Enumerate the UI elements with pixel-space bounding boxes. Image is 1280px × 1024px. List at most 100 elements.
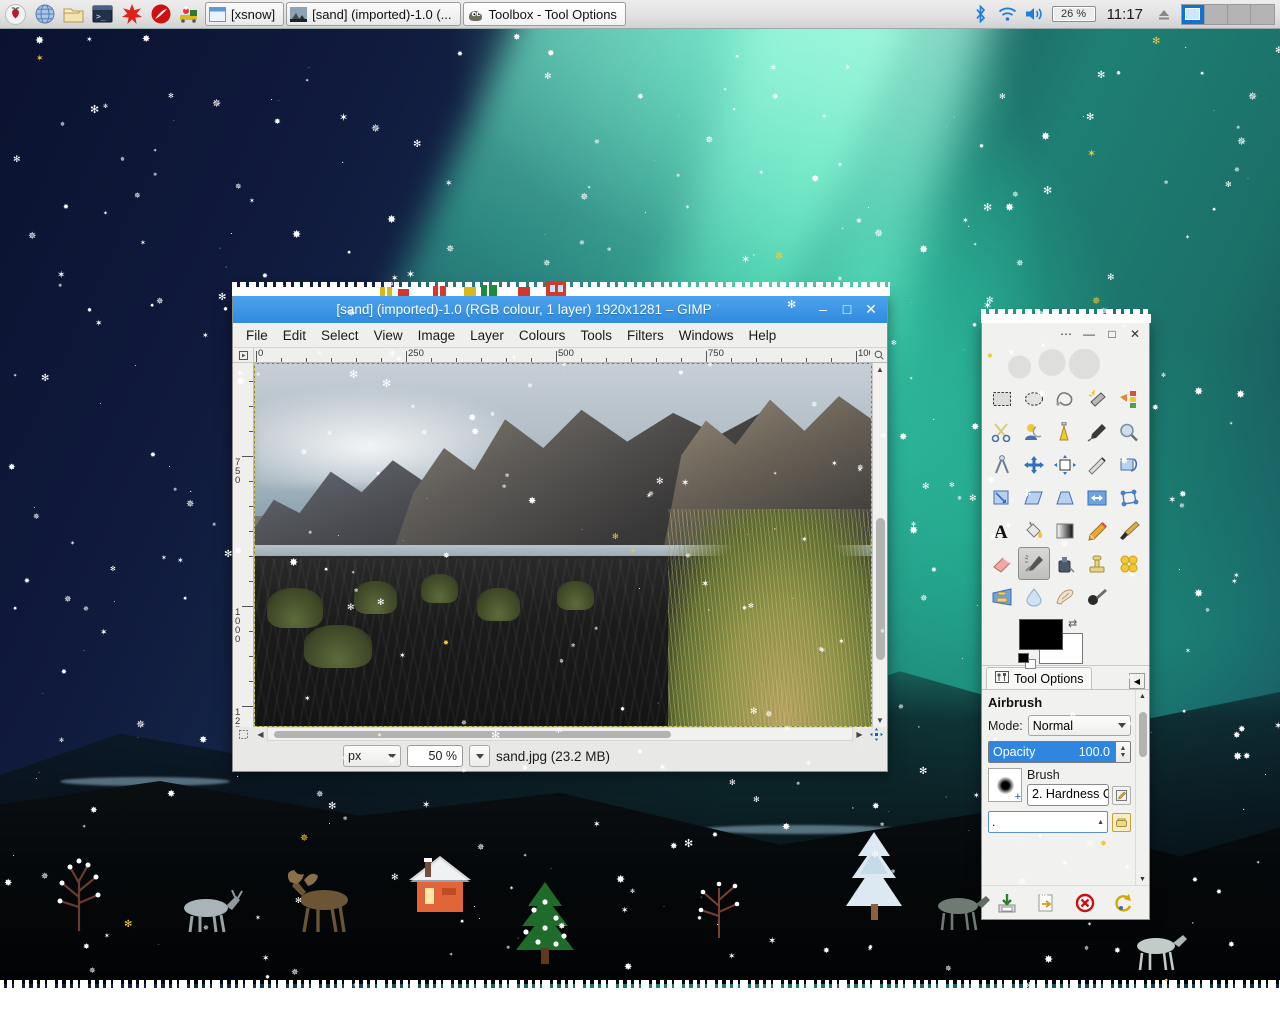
delete-tool-options-button[interactable] (1072, 890, 1098, 916)
menu-layer[interactable]: Layer (463, 326, 511, 345)
taskbar-window-xsnow[interactable]: [xsnow] (205, 2, 285, 26)
zoom-dropdown-button[interactable] (469, 745, 490, 767)
clock[interactable]: 11:17 (1103, 6, 1147, 23)
scroll-track[interactable] (873, 376, 888, 714)
navigation-preview-button[interactable] (866, 727, 887, 741)
tool-select-by-colour[interactable] (1113, 382, 1145, 415)
reset-size-button[interactable] (1112, 812, 1131, 832)
tool-free-select[interactable] (1050, 382, 1082, 415)
ruler-corner-menu-button[interactable] (233, 348, 254, 363)
brush-size-input[interactable]: . ▲ (988, 811, 1108, 833)
eject-icon[interactable] (1154, 4, 1174, 24)
dock-menu-button[interactable]: ◀ (1129, 673, 1145, 689)
tool-move[interactable] (1018, 448, 1050, 481)
swap-colours-icon[interactable]: ⇄ (1068, 617, 1077, 630)
tool-smudge[interactable] (1050, 580, 1082, 613)
options-scroll-down-button[interactable]: ▼ (1136, 873, 1150, 885)
menu-windows[interactable]: Windows (672, 326, 741, 345)
menu-select[interactable]: Select (314, 326, 366, 345)
workspace-4[interactable] (1251, 4, 1274, 24)
tool-bucket-fill[interactable] (1018, 514, 1050, 547)
toolbox-titlebar[interactable]: ⋯ — □ ✕ (982, 321, 1149, 347)
wolfram-icon[interactable] (147, 2, 174, 27)
default-colours-fg[interactable] (1018, 653, 1029, 663)
tool-ellipse-select[interactable] (1018, 382, 1050, 415)
tool-flip[interactable] (1081, 481, 1113, 514)
menu-image[interactable]: Image (411, 326, 463, 345)
canvas-vertical-scrollbar[interactable]: ▲ ▼ (872, 363, 887, 727)
tab-tool-options[interactable]: Tool Options (986, 667, 1093, 689)
tool-foreground-select[interactable] (1018, 415, 1050, 448)
restore-tool-options-button[interactable] (1033, 890, 1059, 916)
menu-file[interactable]: File (239, 326, 275, 345)
menu-filters[interactable]: Filters (620, 326, 671, 345)
edit-brush-button[interactable] (1112, 785, 1131, 805)
battery-indicator[interactable]: 26 % (1051, 6, 1096, 22)
brush-name-field[interactable]: 2. Hardness C (1027, 784, 1109, 806)
horizontal-ruler[interactable]: 0 250 500 750 1000 (254, 348, 870, 363)
opacity-slider[interactable]: Opacity 100.0 ▲ ▼ (988, 741, 1131, 763)
taskbar-window-gimp-toolbox[interactable]: Toolbox - Tool Options (462, 2, 626, 26)
tool-ink[interactable] (1050, 547, 1082, 580)
options-scroll-track[interactable] (1136, 702, 1150, 873)
tool-rect-select[interactable] (986, 382, 1018, 415)
mathematica-icon[interactable] (118, 2, 145, 27)
tool-fuzzy-select[interactable] (1081, 382, 1113, 415)
menu-edit[interactable]: Edit (276, 326, 313, 345)
tool-text[interactable]: A (986, 514, 1018, 547)
scroll-right-button[interactable]: ▶ (853, 727, 866, 741)
tool-heal[interactable] (1113, 547, 1145, 580)
menu-colours[interactable]: Colours (512, 326, 573, 345)
tool-rotate[interactable] (1113, 448, 1145, 481)
h-scroll-track[interactable] (267, 727, 853, 741)
tool-measure[interactable] (986, 448, 1018, 481)
workspace-switcher[interactable] (1181, 3, 1275, 25)
zoom-fit-button[interactable] (870, 348, 887, 363)
quickmask-toggle-button[interactable] (233, 727, 254, 741)
tool-perspective-clone[interactable] (986, 580, 1018, 613)
toolbox-minimize-button[interactable]: — (1078, 324, 1100, 344)
gimp-image-canvas[interactable] (254, 363, 872, 727)
options-scroll-thumb[interactable] (1138, 712, 1147, 757)
workspace-1[interactable] (1182, 4, 1205, 24)
raspberry-menu-icon[interactable] (2, 2, 29, 27)
vertical-ruler[interactable]: 750 1000 1250 (233, 363, 254, 727)
brush-size-stepper[interactable]: ▲ (1097, 819, 1104, 826)
tool-crop[interactable] (1081, 448, 1113, 481)
tool-dodge-burn[interactable] (1081, 580, 1113, 613)
brush-preview[interactable] (988, 768, 1022, 803)
gimp-toolbox-window[interactable]: ⋯ — □ ✕ A ⇄ Tool Options ◀ Airbrush Mode… (981, 320, 1150, 920)
tool-options-scrollbar[interactable]: ▲ ▼ (1135, 690, 1149, 885)
xsnow-santa-icon[interactable] (176, 2, 203, 27)
menu-view[interactable]: View (367, 326, 410, 345)
tool-perspective[interactable] (1050, 481, 1082, 514)
scroll-down-button[interactable]: ▼ (873, 714, 888, 727)
scroll-thumb[interactable] (875, 517, 885, 660)
close-button[interactable]: ✕ (859, 298, 883, 320)
tool-paintbrush[interactable] (1113, 514, 1145, 547)
scroll-up-button[interactable]: ▲ (873, 363, 888, 376)
mode-select[interactable]: Normal (1027, 715, 1131, 736)
tool-paths[interactable] (1050, 415, 1082, 448)
workspace-2[interactable] (1205, 4, 1228, 24)
terminal-icon[interactable]: >_ (89, 2, 116, 27)
opacity-stepper[interactable]: ▲ ▼ (1115, 742, 1130, 762)
reset-tool-options-button[interactable] (1111, 890, 1137, 916)
tool-clone[interactable] (1081, 547, 1113, 580)
bluetooth-icon[interactable] (971, 4, 991, 24)
tool-cage-transform[interactable] (1113, 481, 1145, 514)
unit-selector[interactable]: px (343, 745, 401, 767)
save-tool-options-button[interactable] (994, 890, 1020, 916)
tool-airbrush[interactable] (1017, 547, 1050, 580)
scroll-left-button[interactable]: ◀ (254, 727, 267, 741)
minimize-button[interactable]: – (811, 298, 835, 320)
taskbar-window-gimp-image[interactable]: [sand] (imported)-1.0 (... (286, 2, 461, 26)
maximize-button[interactable]: □ (835, 298, 859, 320)
tool-zoom[interactable] (1113, 415, 1145, 448)
tool-scissors-select[interactable] (986, 415, 1018, 448)
tool-colour-picker[interactable] (1081, 415, 1113, 448)
gimp-image-window[interactable]: [sand] (imported)-1.0 (RGB colour, 1 lay… (232, 294, 888, 772)
tool-pencil[interactable] (1081, 514, 1113, 547)
menu-help[interactable]: Help (741, 326, 783, 345)
web-browser-icon[interactable] (31, 2, 58, 27)
